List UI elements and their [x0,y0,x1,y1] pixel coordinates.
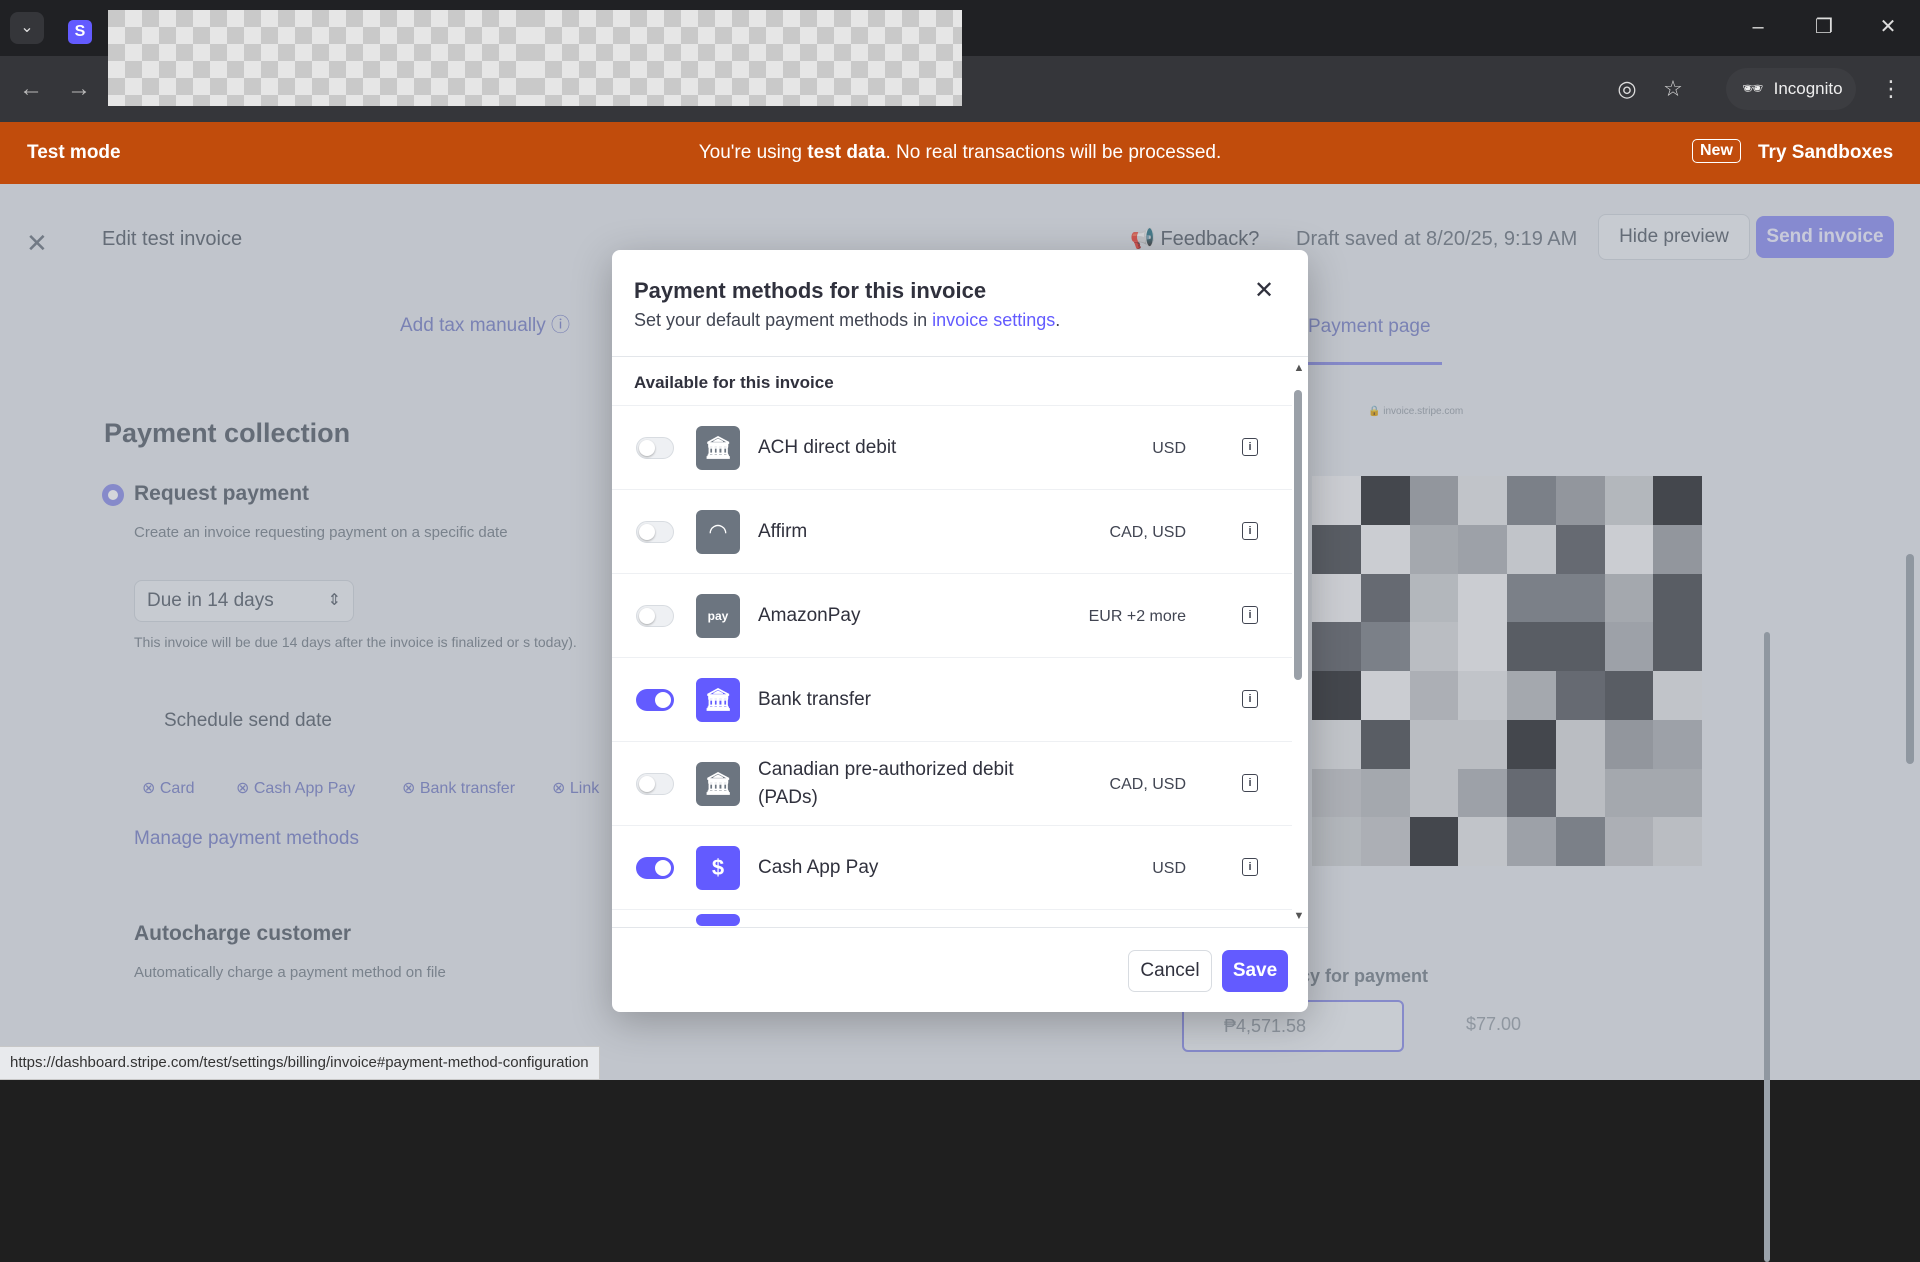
payment-method-row: pay AmazonPay EUR +2 more i [612,573,1292,658]
method-name: AmazonPay [758,605,861,626]
restore-icon[interactable]: ❐ [1804,10,1844,44]
new-badge: New [1692,139,1741,163]
modal-scrollbar[interactable] [1294,390,1302,680]
payment-method-row: 🏛 Canadian pre-authorized debit (PADs) CA… [612,741,1292,826]
stripe-favicon-icon: S [68,20,92,44]
payment-method-list[interactable]: Available for this invoice 🏛 ACH direct … [612,357,1308,927]
divider [612,927,1308,928]
method-name: Affirm [758,521,808,542]
test-mode-banner: Test mode You're using test data. No rea… [0,122,1920,184]
redacted-block [528,10,962,106]
test-mode-message: You're using test data. No real transact… [698,142,1222,163]
method-currency: EUR +2 more [1088,608,1186,625]
toggle-bank-transfer[interactable] [636,689,674,711]
close-icon[interactable]: ✕ [1254,276,1274,305]
incognito-icon: 🕶 [1742,79,1764,98]
payment-method-row [612,909,1292,927]
info-icon[interactable]: i [1242,522,1258,540]
method-currency: USD [1152,860,1186,877]
forward-icon[interactable]: → [62,72,96,106]
dollar-icon: $ [696,846,740,890]
bank-icon: 🏛 [696,426,740,470]
method-icon [696,914,740,926]
toggle-pads[interactable] [636,773,674,795]
modal-subtitle: Set your default payment methods in invo… [634,310,1061,330]
method-currency: CAD, USD [1109,776,1186,793]
modal-title: Payment methods for this invoice [634,278,987,303]
toggle-affirm[interactable] [636,521,674,543]
save-button[interactable]: Save [1222,950,1288,992]
incognito-indicator[interactable]: 🕶 Incognito [1726,68,1856,110]
info-icon[interactable]: i [1242,438,1258,456]
tab-search-button[interactable]: ⌄ [10,12,44,44]
payment-method-row: ◠ Affirm CAD, USD i [612,489,1292,574]
method-name: ACH direct debit [758,437,897,458]
eye-off-icon[interactable]: ◎ [1610,72,1644,106]
try-sandboxes-link[interactable]: Try Sandboxes [1758,142,1893,164]
info-icon[interactable]: i [1242,858,1258,876]
minimize-icon[interactable]: – [1738,10,1778,44]
payment-method-row: 🏛 Bank transfer i [612,657,1292,742]
amazon-pay-icon: pay [696,594,740,638]
section-heading: Available for this invoice [634,373,834,392]
payment-method-row: 🏛 ACH direct debit USD i [612,405,1292,490]
scroll-up-icon[interactable]: ▲ [1292,362,1306,374]
toggle-cash-app-pay[interactable] [636,857,674,879]
toggle-ach[interactable] [636,437,674,459]
toggle-amazonpay[interactable] [636,605,674,627]
payment-method-row: $ Cash App Pay USD i [612,825,1292,910]
affirm-icon: ◠ [696,510,740,554]
back-icon[interactable]: ← [14,72,48,106]
close-window-icon[interactable]: ✕ [1868,10,1908,44]
method-name: Canadian pre-authorized debit (PADs) [758,759,1014,808]
invoice-settings-link[interactable]: invoice settings [932,310,1055,330]
status-bar-url: https://dashboard.stripe.com/test/settin… [0,1046,600,1080]
bank-icon: 🏛 [696,762,740,806]
method-name: Cash App Pay [758,857,879,878]
info-icon[interactable]: i [1242,690,1258,708]
browser-chrome: ⌄ S – ❐ ✕ ← → ◎ ☆ 🕶 Incognito ⋮ [0,0,1920,122]
browser-menu-icon[interactable]: ⋮ [1874,72,1908,106]
info-icon[interactable]: i [1242,606,1258,624]
info-icon[interactable]: i [1242,774,1258,792]
bookmark-star-icon[interactable]: ☆ [1656,72,1690,106]
method-currency: USD [1152,440,1186,457]
bank-icon: 🏛 [696,678,740,722]
scroll-down-icon[interactable]: ▼ [1292,910,1306,922]
cancel-button[interactable]: Cancel [1128,950,1212,992]
payment-methods-modal: Payment methods for this invoice Set you… [612,250,1308,1012]
redacted-block [108,10,530,106]
method-currency: CAD, USD [1109,524,1186,541]
method-name: Bank transfer [758,689,871,710]
